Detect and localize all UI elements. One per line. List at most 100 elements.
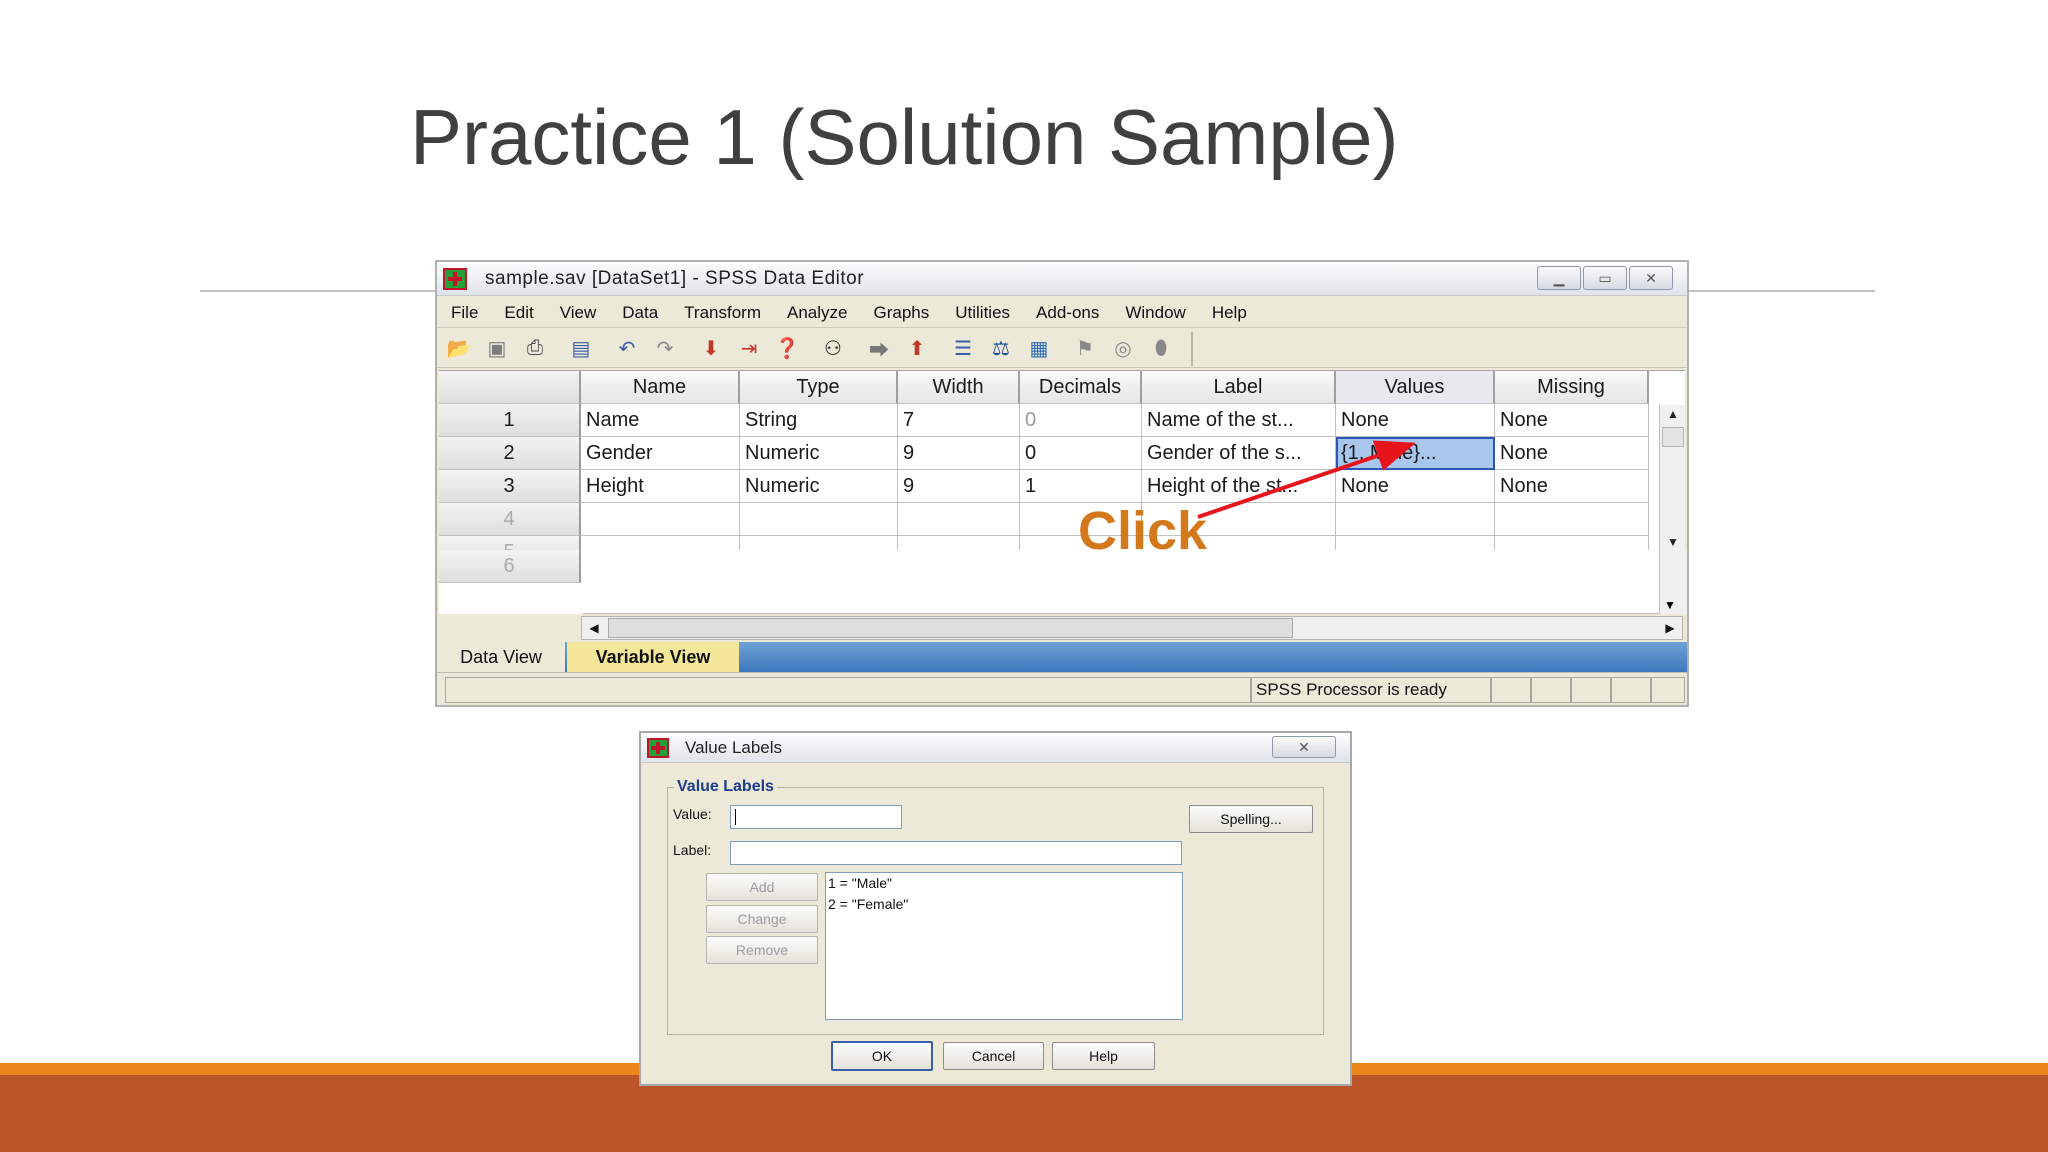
dialog-titlebar[interactable]: Value Labels ✕ xyxy=(641,733,1350,763)
menu-edit[interactable]: Edit xyxy=(504,303,533,323)
cell-width[interactable]: 9 xyxy=(898,470,1020,503)
scroll-down-icon[interactable]: ▼ xyxy=(1664,598,1676,612)
horizontal-scrollbar[interactable]: ◀ ▶ xyxy=(581,616,1683,640)
list-item[interactable]: 2 = "Female" xyxy=(826,894,1182,915)
cell-type[interactable]: Numeric xyxy=(740,470,898,503)
cell-label[interactable]: Name of the st... xyxy=(1142,404,1336,437)
weight-cases-icon[interactable]: ⚖ xyxy=(987,336,1015,362)
variables-info-icon[interactable]: ❓ xyxy=(773,336,801,362)
menu-add-ons[interactable]: Add-ons xyxy=(1036,303,1099,323)
change-button[interactable]: Change xyxy=(706,905,818,933)
cell-width[interactable]: 7 xyxy=(898,404,1020,437)
column-header-width[interactable]: Width xyxy=(898,371,1020,404)
menu-view[interactable]: View xyxy=(560,303,597,323)
cell-empty[interactable] xyxy=(1336,536,1495,551)
cell-missing[interactable]: None xyxy=(1495,470,1649,503)
go-to-variable-icon[interactable]: ⇥ xyxy=(735,336,763,362)
row-number[interactable]: 3 xyxy=(439,470,581,503)
cell-missing[interactable]: None xyxy=(1495,404,1649,437)
cell-decimals[interactable]: 1 xyxy=(1020,470,1142,503)
row-number[interactable]: 2 xyxy=(439,437,581,470)
vertical-scrollbar-track[interactable]: ▼ xyxy=(1659,550,1687,614)
find-binoculars-icon[interactable]: ⚇ xyxy=(819,336,847,362)
cell-decimals[interactable]: 0 xyxy=(1020,437,1142,470)
cell-empty[interactable] xyxy=(581,536,740,551)
spelling-button[interactable]: Spelling... xyxy=(1189,805,1313,833)
cell-name[interactable]: Name xyxy=(581,404,740,437)
row-number[interactable]: 1 xyxy=(439,404,581,437)
window-titlebar[interactable]: sample.sav [DataSet1] - SPSS Data Editor… xyxy=(437,262,1687,296)
value-labels-list[interactable]: 1 = "Male" 2 = "Female" xyxy=(825,872,1183,1020)
row-number[interactable]: 4 xyxy=(439,503,581,536)
column-header-name[interactable]: Name xyxy=(581,371,740,404)
horizontal-scroll-thumb[interactable] xyxy=(608,618,1293,638)
undo-icon[interactable]: ↶ xyxy=(613,336,641,362)
cell-type[interactable]: String xyxy=(740,404,898,437)
close-icon[interactable]: ✕ xyxy=(1272,736,1336,758)
cell-empty[interactable] xyxy=(898,503,1020,536)
cell-values-selected[interactable]: {1, Male}... xyxy=(1336,437,1495,470)
cell-decimals[interactable]: 0 xyxy=(1020,404,1142,437)
menu-window[interactable]: Window xyxy=(1125,303,1185,323)
scroll-up-icon[interactable]: ▲ xyxy=(1663,405,1683,423)
cell-empty[interactable] xyxy=(1495,503,1649,536)
cell-name[interactable]: Gender xyxy=(581,437,740,470)
menu-help[interactable]: Help xyxy=(1212,303,1247,323)
row-number[interactable]: 5 xyxy=(439,536,581,551)
show-all-variables-icon[interactable]: ⬮ xyxy=(1147,336,1175,362)
column-header-label[interactable]: Label xyxy=(1142,371,1336,404)
dialog-recall-icon[interactable]: ▤ xyxy=(567,336,595,362)
print-icon[interactable]: ⎙ xyxy=(521,336,549,362)
cell-empty[interactable] xyxy=(1495,536,1649,551)
use-sets-icon[interactable]: ◎ xyxy=(1109,336,1137,362)
cell-empty[interactable] xyxy=(898,536,1020,551)
menu-file[interactable]: File xyxy=(451,303,478,323)
cell-label[interactable]: Gender of the s... xyxy=(1142,437,1336,470)
tab-data-view[interactable]: Data View xyxy=(437,642,565,672)
insert-cases-icon[interactable]: ⮕ xyxy=(865,336,893,362)
cell-empty[interactable] xyxy=(740,536,898,551)
cell-width[interactable]: 9 xyxy=(898,437,1020,470)
menu-transform[interactable]: Transform xyxy=(684,303,761,323)
insert-variable-icon[interactable]: ⬆ xyxy=(903,336,931,362)
redo-icon[interactable]: ↷ xyxy=(651,336,679,362)
list-item[interactable]: 1 = "Male" xyxy=(826,873,1182,894)
ok-button[interactable]: OK xyxy=(831,1041,933,1071)
select-cases-icon[interactable]: ▦ xyxy=(1025,336,1053,362)
cell-name[interactable]: Height xyxy=(581,470,740,503)
column-header-missing[interactable]: Missing xyxy=(1495,371,1649,404)
column-header-values[interactable]: Values xyxy=(1336,371,1495,404)
menu-data[interactable]: Data xyxy=(622,303,658,323)
cell-label[interactable]: Height of the st... xyxy=(1142,470,1336,503)
scroll-thumb[interactable] xyxy=(1662,427,1684,447)
minimize-icon[interactable]: ▁ xyxy=(1537,266,1581,290)
close-icon[interactable]: ✕ xyxy=(1629,266,1673,290)
menu-analyze[interactable]: Analyze xyxy=(787,303,847,323)
cell-values[interactable]: None xyxy=(1336,470,1495,503)
save-icon[interactable]: ▣ xyxy=(483,336,511,362)
cancel-button[interactable]: Cancel xyxy=(943,1042,1044,1070)
column-header-type[interactable]: Type xyxy=(740,371,898,404)
menu-utilities[interactable]: Utilities xyxy=(955,303,1010,323)
tab-variable-view[interactable]: Variable View xyxy=(567,642,739,672)
scroll-left-icon[interactable]: ◀ xyxy=(584,619,604,637)
maximize-icon[interactable]: ▭ xyxy=(1583,266,1627,290)
remove-button[interactable]: Remove xyxy=(706,936,818,964)
help-button[interactable]: Help xyxy=(1052,1042,1155,1070)
cell-empty[interactable] xyxy=(1336,503,1495,536)
cell-type[interactable]: Numeric xyxy=(740,437,898,470)
add-button[interactable]: Add xyxy=(706,873,818,901)
row-number[interactable]: 6 xyxy=(439,550,581,583)
split-file-icon[interactable]: ☰ xyxy=(949,336,977,362)
cell-values[interactable]: None xyxy=(1336,404,1495,437)
menu-graphs[interactable]: Graphs xyxy=(873,303,929,323)
label-input[interactable] xyxy=(730,841,1182,865)
column-header-decimals[interactable]: Decimals xyxy=(1020,371,1142,404)
value-labels-icon[interactable]: ⚑ xyxy=(1071,336,1099,362)
cell-missing[interactable]: None xyxy=(1495,437,1649,470)
go-to-case-icon[interactable]: ⬇ xyxy=(697,336,725,362)
scroll-right-icon[interactable]: ▶ xyxy=(1660,619,1680,637)
scroll-down-icon[interactable]: ▼ xyxy=(1663,533,1683,551)
open-folder-icon[interactable]: 📂 xyxy=(445,336,473,362)
cell-empty[interactable] xyxy=(740,503,898,536)
